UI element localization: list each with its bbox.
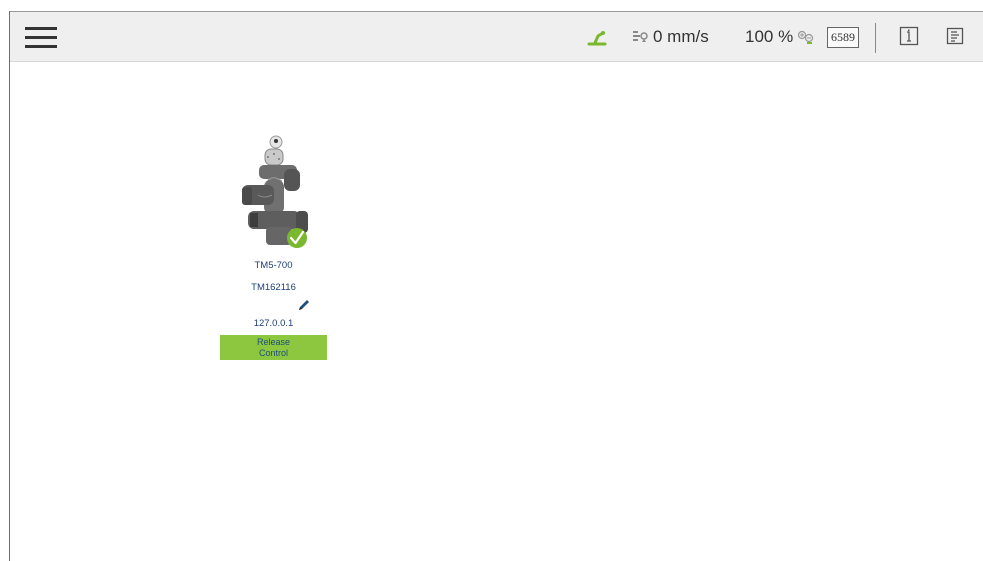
menu-icon[interactable] [25, 25, 57, 49]
header-divider [875, 23, 876, 53]
speed-percent-value: 100 % [745, 27, 794, 46]
robot-serial: TM162116 [251, 282, 296, 293]
speed-indicator: 0 mm/s [632, 26, 709, 48]
release-control-button[interactable]: Release Control [220, 335, 327, 360]
edit-pencil-icon[interactable] [296, 297, 312, 313]
log-icon[interactable] [946, 27, 964, 50]
counter-badge: 6589 [827, 27, 859, 48]
robot-arm-image [238, 125, 310, 249]
speed-value: 0 mm/s [653, 27, 709, 46]
window-border-left [9, 11, 10, 561]
robot-model: TM5-700 [254, 260, 293, 271]
robot-ip: 127.0.0.1 [253, 318, 294, 329]
speed-adjust-icon[interactable] [797, 29, 815, 45]
release-control-label: Release Control [256, 337, 291, 358]
speed-icon [632, 29, 650, 45]
robot-status-icon[interactable] [586, 28, 608, 51]
top-bar: 0 mm/s 100 % 6589 [10, 12, 983, 62]
info-icon[interactable] [899, 26, 919, 51]
speed-percent-group: 100 % [745, 26, 815, 48]
